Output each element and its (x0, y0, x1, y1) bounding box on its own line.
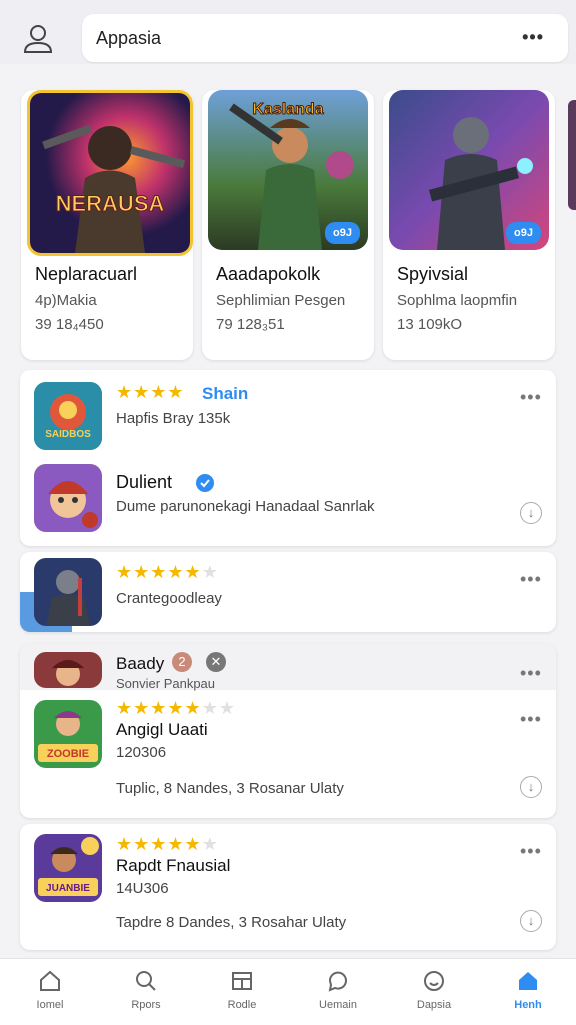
app-detail: Tuplic, 8 Nandes, 3 Rosanar Ulaty (116, 780, 344, 797)
nav-item-chat[interactable]: Uemain (290, 965, 386, 1021)
card-title: Neplaracuarl (35, 264, 138, 284)
profile-button[interactable] (18, 20, 58, 60)
nav-item-face[interactable]: Dapsia (386, 965, 482, 1021)
card-subtitle: Sephlimian Pesgen (216, 292, 346, 309)
top-bar: Appasia ••• (0, 0, 576, 64)
nav-item-home[interactable]: Iomel (2, 965, 98, 1021)
user-icon (23, 25, 53, 53)
close-icon[interactable]: ✕ (206, 652, 226, 672)
badge: o9J (325, 222, 360, 244)
app-meta: 120306 (116, 744, 167, 761)
svg-text:NERAUSA: NERAUSA (56, 191, 165, 216)
search-field[interactable]: Appasia ••• (82, 14, 568, 62)
app-icon[interactable]: JUANBIE (34, 834, 102, 902)
featured-card[interactable]: Kaslanda o9J Aaadapokolk Sephlimian Pesg… (202, 90, 374, 360)
verified-icon (196, 474, 214, 492)
search-input[interactable]: Appasia (96, 28, 161, 49)
download-icon[interactable]: ↓ (520, 776, 542, 798)
card-subtitle: Sophlma laopmfin (397, 292, 518, 309)
count-badge: 2 (172, 652, 192, 672)
app-title: Angigl Uaati (116, 720, 208, 739)
app-tag: Shain (202, 384, 249, 403)
more-icon[interactable]: ••• (520, 710, 542, 728)
nav-label: Henh (514, 999, 542, 1011)
app-detail: Hapfis Bray 135k (116, 410, 231, 427)
more-icon[interactable]: ••• (520, 570, 542, 588)
download-icon[interactable]: ↓ (520, 910, 542, 932)
app-icon[interactable] (34, 464, 102, 532)
card-title: Aaadapokolk (216, 264, 321, 284)
card-meta: 13 109kO (397, 316, 463, 333)
nav-item-search[interactable]: Rpors (98, 965, 194, 1021)
app-icon[interactable] (34, 558, 102, 626)
card-title: Spyivsial (397, 264, 469, 284)
nav-label: Uemain (319, 999, 357, 1011)
app-detail: Sonvier Pankpau (116, 676, 216, 691)
app-group: Baady 2 ✕ Sonvier Pankpau ••• ZOOBIE ★★★… (20, 644, 556, 818)
rating-stars: ★★★★★★ (116, 834, 219, 854)
chat-icon (328, 971, 347, 992)
rating-stars: ★★★★★★★ (116, 698, 236, 718)
app-icon[interactable]: ZOOBIE (34, 700, 102, 768)
svg-text:ZOOBIE: ZOOBIE (47, 748, 89, 760)
app-title: Baady (116, 654, 165, 673)
home-filled-icon (519, 972, 537, 990)
featured-card[interactable]: NERAUSA Neplaracuarl 4p)Makia 39 18₄450 (21, 90, 193, 360)
nav-label: Rodle (227, 999, 257, 1011)
app-title: Rapdt Fnausial (116, 856, 231, 875)
more-icon[interactable]: ••• (520, 842, 542, 860)
svg-text:Kaslanda: Kaslanda (252, 101, 323, 118)
more-icon[interactable]: ••• (520, 388, 542, 406)
svg-text:SAIDBOS: SAIDBOS (45, 429, 91, 440)
grid-icon (232, 972, 252, 990)
rating-stars: ★★★★ (116, 382, 185, 402)
nav-item-grid[interactable]: Rodle (194, 965, 290, 1021)
nav-label: Rpors (131, 999, 161, 1011)
app-detail: Tapdre 8 Dandes, 3 Rosahar Ulaty (116, 914, 347, 931)
app-icon[interactable] (34, 652, 102, 688)
app-meta: 14U306 (116, 880, 169, 897)
nav-label: Iomel (36, 999, 64, 1011)
app-title: Dulient (116, 472, 173, 492)
featured-card[interactable]: o9J Spyivsial Sophlma laopmfin 13 109kO (383, 90, 555, 360)
search-icon (136, 971, 156, 991)
card-meta: 79 128₃51 (216, 316, 285, 333)
home-outline-icon (40, 970, 60, 991)
app-row[interactable]: JUANBIE ★★★★★★ Rapdt Fnausial 14U306 Tap… (20, 824, 556, 950)
next-card-peek (568, 100, 576, 210)
card-meta: 39 18₄450 (35, 316, 104, 333)
download-icon[interactable]: ↓ (520, 502, 542, 524)
game-artwork: NERAUSA (27, 90, 193, 256)
face-icon (424, 971, 444, 991)
rating-stars: ★★★★★★ (116, 562, 219, 582)
bottom-nav: Iomel Rpors Rodle Uemain Dapsia Henh (0, 958, 576, 1025)
more-icon[interactable]: ••• (520, 664, 542, 682)
nav-label: Dapsia (416, 999, 452, 1011)
app-row[interactable]: ★★★★★★ Crantegoodleay ••• (20, 552, 556, 632)
app-icon[interactable]: SAIDBOS (34, 382, 102, 450)
svg-text:JUANBIE: JUANBIE (46, 883, 90, 894)
nav-item-home-active[interactable]: Henh (480, 965, 576, 1021)
more-icon[interactable]: ••• (522, 28, 544, 46)
badge: o9J (506, 222, 541, 244)
card-subtitle: 4p)Makia (35, 292, 97, 309)
app-detail: Dume parunonekagi Hanadaal Sanrlak (116, 498, 375, 515)
app-group: SAIDBOS ★★★★ Shain Hapfis Bray 135k ••• … (20, 370, 556, 546)
app-detail: Crantegoodleay (116, 590, 222, 607)
